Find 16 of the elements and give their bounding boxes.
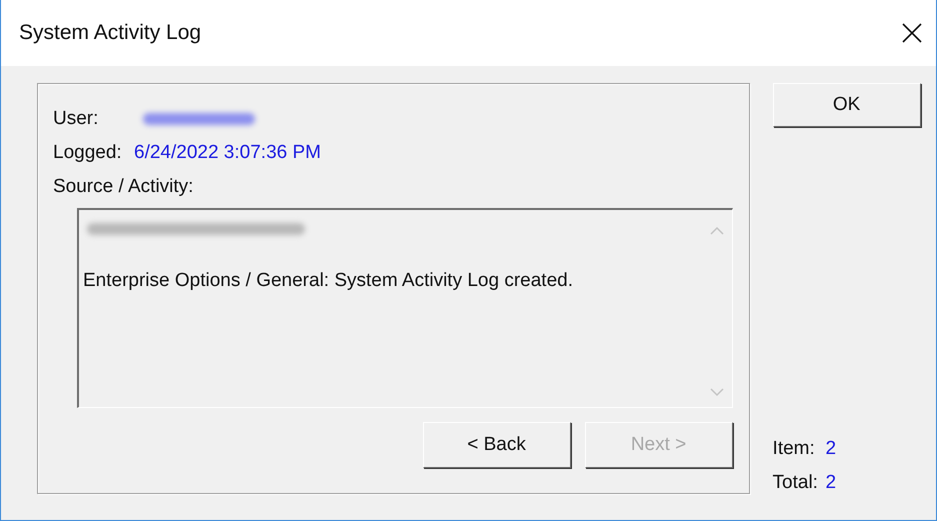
counter-value: 2 — [826, 438, 836, 460]
nav-button[interactable]: < Back — [422, 422, 571, 468]
field-label: Logged: — [53, 142, 123, 164]
window-title: System Activity Log — [19, 21, 202, 45]
scroll-down-icon[interactable] — [710, 388, 724, 397]
ok-button[interactable]: OK — [772, 83, 921, 127]
counter-value: 2 — [826, 472, 836, 494]
counter-label: Total: — [772, 472, 819, 494]
counter-label: Item: — [772, 438, 816, 460]
activity-text: Enterprise Options / General: System Activity Log created. — [83, 270, 574, 292]
field-label: User: — [53, 108, 100, 130]
scroll-up-icon[interactable] — [710, 226, 724, 235]
field-value: 6/24/2022 3:07:36 PM — [134, 142, 321, 164]
field-label: Source / Activity: — [53, 176, 194, 198]
activity-textbox[interactable]: Enterprise Options / General: System Activity Log created. — [77, 208, 733, 408]
close-icon[interactable] — [902, 23, 922, 43]
